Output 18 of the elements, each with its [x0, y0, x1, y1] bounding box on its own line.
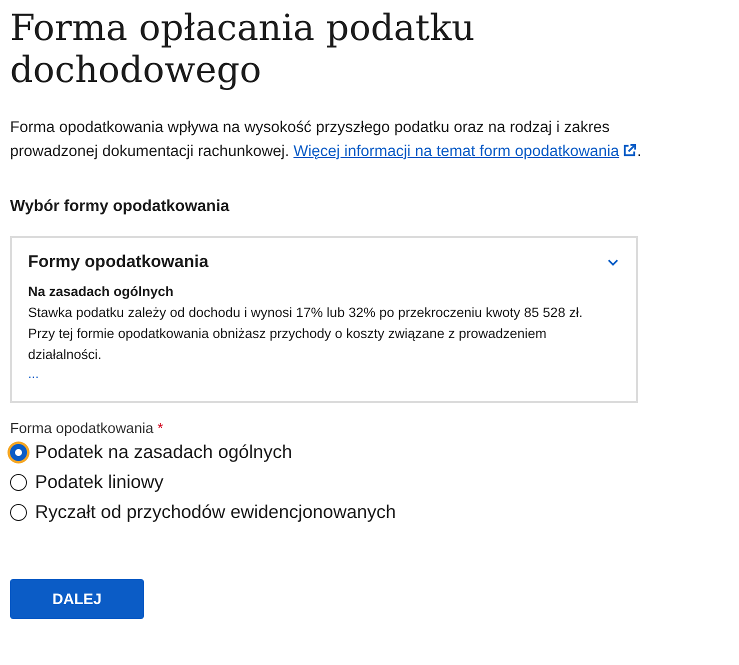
- more-link[interactable]: ...: [28, 365, 39, 383]
- accordion-subtitle: Na zasadach ogólnych: [28, 283, 175, 301]
- info-link[interactable]: Więcej informacji na temat form opodatkowania: [293, 143, 638, 160]
- radio-button[interactable]: [10, 504, 27, 520]
- option-label[interactable]: Podatek liniowy: [35, 471, 164, 493]
- page-title: Forma opłacania podatku dochodowego: [10, 8, 476, 92]
- external-link-icon: [622, 143, 638, 158]
- accordion-title[interactable]: Formy opodatkowania: [28, 252, 208, 272]
- required-mark: *: [157, 421, 164, 437]
- option-label[interactable]: Ryczałt od przychodów ewidencjonowanych: [35, 501, 396, 523]
- radio-button[interactable]: [10, 444, 27, 460]
- accordion-text: Stawka podatku zależy od dochodu i wynosi 17% lub 32% po przekroczeniu kwoty 85 528 zł. Przy tej formie opodatkowania obniżasz przychody o koszty związane z prowadzeniem działalności.: [28, 304, 584, 364]
- section-heading: Wybór formy opodatkowania: [10, 198, 230, 216]
- intro-paragraph: Forma opodatkowania wpływa na wysokość przyszłego podatku oraz na rodzaj i zakres prowadzonej dokumentacji rachunkowej. Więcej informacji na temat form opodatkowania .: [10, 118, 642, 162]
- radio-button[interactable]: [10, 474, 27, 490]
- option-label[interactable]: Podatek na zasadach ogólnych: [35, 441, 292, 463]
- next-button[interactable]: DALEJ: [10, 579, 144, 619]
- field-label: Forma opodatkowania: [10, 421, 154, 437]
